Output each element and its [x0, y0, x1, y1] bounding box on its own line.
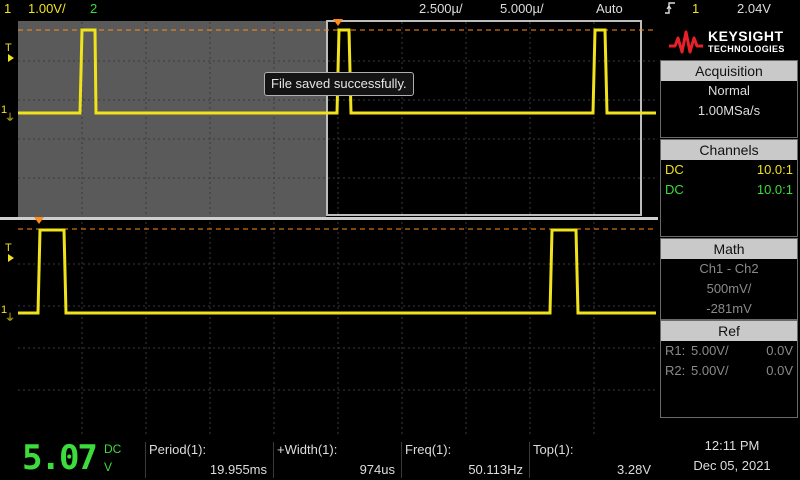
channel-row-2[interactable]: DC 10.0:1	[661, 180, 797, 200]
ref-name: R2:	[665, 363, 686, 378]
measurement-label: Period(1):	[149, 442, 207, 457]
trigger-position-marker-bottom[interactable]	[34, 217, 44, 224]
measurement-label: Freq(1):	[405, 442, 452, 457]
dvm-coupling: DC	[104, 442, 122, 456]
divider	[145, 442, 146, 478]
ch1-trace-zoom	[18, 228, 656, 315]
measurement-label: +Width(1):	[277, 442, 338, 457]
divider	[529, 442, 530, 478]
channels-panel[interactable]: Channels DC 10.0:1 DC 10.0:1	[660, 139, 798, 237]
brand-name: KEYSIGHT	[708, 28, 784, 44]
measurement-value: 50.113Hz	[468, 462, 523, 477]
ref-offset: 0.0V	[766, 363, 793, 378]
math-panel[interactable]: Math Ch1 - Ch2 500mV/ -281mV	[660, 238, 798, 320]
ch2-coupling: DC	[665, 182, 684, 197]
rising-edge-icon[interactable]	[664, 1, 676, 18]
ref-offset: 0.0V	[766, 343, 793, 358]
ref-header[interactable]: Ref	[661, 321, 797, 341]
ref-row-1[interactable]: R1: 5.00V/ 0.0V	[661, 341, 797, 361]
math-header[interactable]: Math	[661, 239, 797, 259]
acquisition-mode: Normal	[708, 83, 750, 98]
ref-name: R1:	[665, 343, 686, 358]
top-status-bar: 1 1.00V/ 2 2.500µ/ 5.000µ/ Auto 1 2.04V	[0, 0, 800, 18]
brand-subtitle: TECHNOLOGIES	[708, 44, 785, 54]
clock-date: Dec 05, 2021	[693, 458, 771, 473]
math-scale: 500mV/	[706, 281, 752, 296]
timebase-scale[interactable]: 2.500µ/	[419, 1, 463, 16]
measurement-period[interactable]: Period(1): 19.955ms	[149, 440, 273, 478]
trigger-position-marker-top[interactable]	[333, 19, 343, 26]
trigger-arrow-icon	[8, 54, 14, 62]
ch1-coupling: DC	[665, 162, 684, 177]
delay-scale[interactable]: 5.000µ/	[500, 1, 544, 16]
measurement-value: 3.28V	[617, 462, 651, 477]
brand-logo: KEYSIGHT TECHNOLOGIES	[668, 24, 798, 60]
ch1-number[interactable]: 1	[4, 1, 11, 16]
math-function: Ch1 - Ch2	[699, 261, 759, 276]
right-sidebar: KEYSIGHT TECHNOLOGIES Acquisition Normal…	[658, 18, 800, 436]
measurement-value: 974us	[359, 462, 395, 477]
status-toast: File saved successfully.	[264, 72, 414, 96]
ch1-scale[interactable]: 1.00V/	[28, 1, 66, 16]
trigger-mode[interactable]: Auto	[596, 1, 623, 16]
waveform-display[interactable]: T 1 ⏚ T 1 ⏚ File saved successfully.	[0, 18, 658, 436]
trigger-level[interactable]: 2.04V	[737, 1, 771, 16]
math-offset: -281mV	[706, 301, 752, 316]
measurement-frequency[interactable]: Freq(1): 50.113Hz	[405, 440, 529, 478]
clock-time: 12:11 PM	[704, 438, 760, 453]
dvm-unit: V	[104, 460, 113, 474]
dvm-readout[interactable]: 5.07	[22, 438, 98, 478]
ch2-probe: 10.0:1	[756, 182, 793, 197]
acquisition-header[interactable]: Acquisition	[661, 61, 797, 81]
measurement-bar: 5.07 DC V Period(1): 19.955ms +Width(1):…	[0, 436, 800, 480]
ground-icon: ⏚	[5, 313, 15, 324]
trigger-level-marker-top[interactable]: T	[5, 42, 12, 54]
measurement-label: Top(1):	[533, 442, 574, 457]
channel-row-1[interactable]: DC 10.0:1	[661, 160, 797, 180]
ref-scale: 5.00V/	[691, 343, 729, 358]
divider	[401, 442, 402, 478]
trigger-channel[interactable]: 1	[692, 1, 699, 16]
trigger-arrow-icon	[8, 254, 14, 262]
measurement-width[interactable]: +Width(1): 974us	[277, 440, 401, 478]
acquisition-panel[interactable]: Acquisition Normal 1.00MSa/s	[660, 60, 798, 138]
ref-row-2[interactable]: R2: 5.00V/ 0.0V	[661, 361, 797, 381]
ref-scale: 5.00V/	[691, 363, 729, 378]
divider	[273, 442, 274, 478]
ch1-probe: 10.0:1	[756, 162, 793, 177]
ref-panel[interactable]: Ref R1: 5.00V/ 0.0V R2: 5.00V/ 0.0V	[660, 320, 798, 418]
channels-header[interactable]: Channels	[661, 140, 797, 160]
measurement-value: 19.955ms	[209, 462, 267, 477]
trigger-level-marker-bottom[interactable]: T	[5, 242, 12, 254]
ch2-number[interactable]: 2	[90, 1, 97, 16]
keysight-wave-icon	[669, 30, 703, 54]
acquisition-rate: 1.00MSa/s	[697, 103, 761, 118]
ground-icon: ⏚	[5, 113, 15, 124]
measurement-top[interactable]: Top(1): 3.28V	[533, 440, 657, 478]
